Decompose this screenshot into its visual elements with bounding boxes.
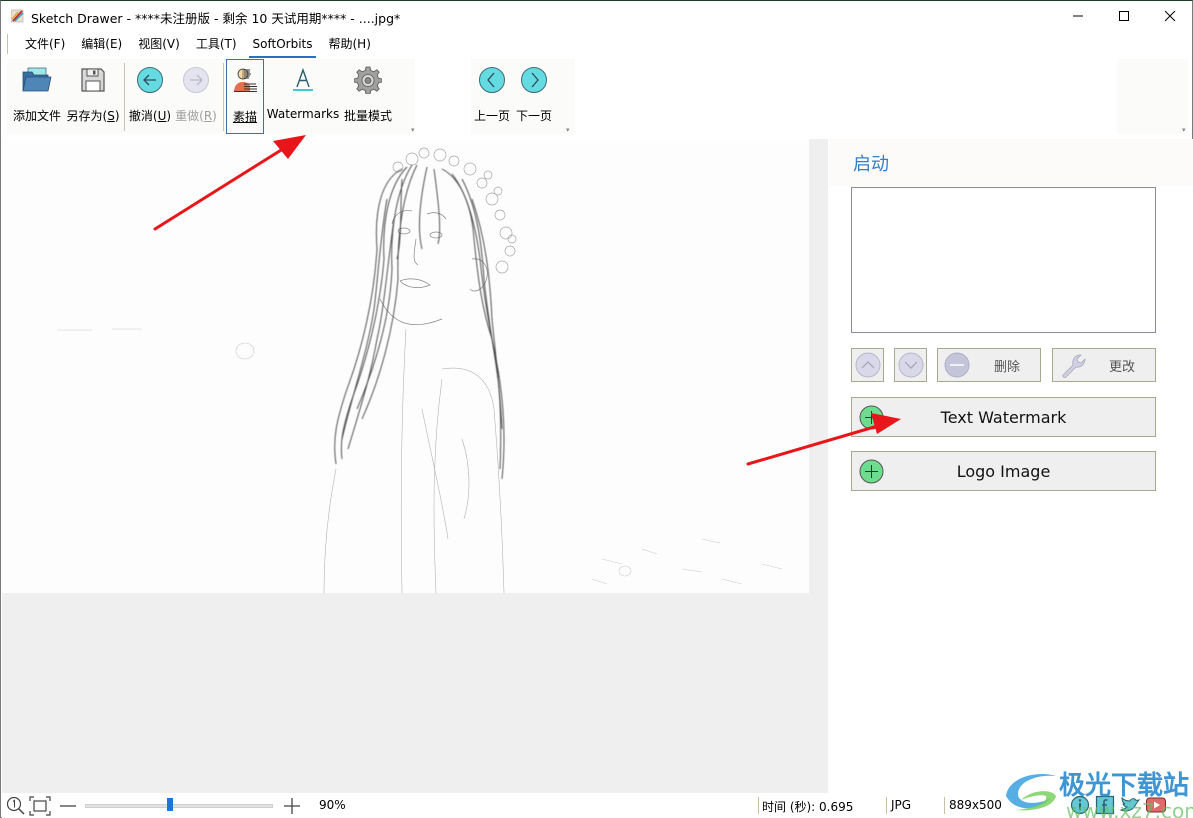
menu-bar: 文件(F) 编辑(E) 视图(V) 工具(T) SoftOrbits 帮助(H) <box>1 32 1192 58</box>
next-page-button[interactable]: 下一页 <box>513 59 555 134</box>
toolbar-separator <box>223 63 224 131</box>
sketch-face <box>379 210 488 326</box>
watermark-list[interactable] <box>851 187 1156 333</box>
logo-image-button[interactable]: Logo Image <box>851 451 1156 491</box>
sketch-hair <box>334 164 505 480</box>
previous-page-label: 上一页 <box>473 109 510 123</box>
wrench-icon <box>1062 354 1086 378</box>
panel-header: 启动 <box>829 139 1193 186</box>
status-separator <box>886 797 887 814</box>
sketch-person-icon <box>234 68 257 92</box>
sketch-label: 素描 <box>232 110 257 124</box>
maximize-icon <box>1119 11 1129 21</box>
status-separator <box>944 797 945 814</box>
zoom-percent: 90% <box>319 798 346 812</box>
text-watermark-label: Text Watermark <box>940 408 1067 427</box>
delete-label: 删除 <box>994 359 1021 375</box>
delete-button[interactable]: 删除 <box>937 348 1041 382</box>
close-icon <box>1164 10 1176 22</box>
site-watermark-overlay: 极光下载站 www.xz7.com <box>1006 771 1193 818</box>
processing-time: 时间 (秒): 0.695 <box>762 800 854 814</box>
arrow-right-circle-icon <box>183 67 209 93</box>
fit-to-window-icon[interactable] <box>29 796 51 816</box>
minus-circle-icon <box>944 352 970 378</box>
zoom-out-icon[interactable] <box>58 798 78 814</box>
maximize-button[interactable] <box>1101 1 1147 31</box>
sketch-body <box>323 328 505 593</box>
text-watermark-button[interactable]: Text Watermark <box>851 397 1156 437</box>
title-bar: Sketch Drawer - ****未注册版 - 剩余 10 天试用期***… <box>1 1 1192 31</box>
close-button[interactable] <box>1147 1 1193 31</box>
canvas-area[interactable] <box>2 139 828 793</box>
chevron-down-circle-icon <box>898 352 923 378</box>
actual-size-icon[interactable] <box>6 796 26 816</box>
toolbar-overflow-icon[interactable]: ▾ <box>1182 127 1189 134</box>
image-dimensions: 889x500 <box>949 798 1002 812</box>
image-format: JPG <box>891 798 912 812</box>
menu-file[interactable]: 文件(F) <box>17 32 73 56</box>
watermarks-button[interactable]: Watermarks <box>266 59 340 134</box>
add-file-button[interactable]: 添加文件 <box>9 59 65 134</box>
zoom-slider-track[interactable] <box>85 804 273 808</box>
save-as-accelerator: S <box>107 109 115 123</box>
redo-button[interactable]: 重做(R) <box>173 59 219 134</box>
watermarks-label: Watermarks <box>266 107 340 121</box>
chevron-up-circle-icon <box>855 352 880 378</box>
window-title: Sketch Drawer - ****未注册版 - 剩余 10 天试用期***… <box>31 11 401 26</box>
sketch-background-marks <box>57 328 783 585</box>
redo-accelerator: R <box>203 109 213 123</box>
toolbar: 添加文件 另存为(S) 撤消(U) 重做(R) 素描 Watermarks 批量… <box>7 59 1188 134</box>
toolbar-overflow-icon[interactable]: ▾ <box>411 127 418 134</box>
zoom-slider-thumb[interactable] <box>166 798 173 811</box>
sketch-button[interactable]: 素描 <box>226 59 264 134</box>
next-page-label: 下一页 <box>515 109 552 123</box>
undo-button[interactable]: 撤消(U) <box>127 59 173 134</box>
minimize-icon <box>1073 15 1083 17</box>
minimize-button[interactable] <box>1055 1 1101 31</box>
sketch-drawing <box>57 147 783 593</box>
site-url-text: www.xz7.com <box>1066 799 1193 818</box>
save-as-label: 另存为(S) <box>66 109 120 123</box>
undo-accelerator: U <box>157 109 167 123</box>
move-down-button[interactable] <box>894 348 927 382</box>
logo-image-label: Logo Image <box>956 462 1051 481</box>
menu-help[interactable]: 帮助(H) <box>320 32 378 56</box>
redo-label: 重做(R) <box>175 109 217 123</box>
undo-label: 撤消(U) <box>128 109 172 123</box>
menu-edit[interactable]: 编辑(E) <box>73 32 130 56</box>
menu-view[interactable]: 视图(V) <box>130 32 188 56</box>
batch-mode-label: 批量模式 <box>343 109 392 123</box>
folder-open-icon <box>22 67 52 92</box>
text-a-underline-icon <box>293 67 313 91</box>
panel-title: 启动 <box>853 154 889 175</box>
gear-icon <box>354 66 382 94</box>
app-logo-icon <box>11 9 24 23</box>
toolbar-separator <box>124 63 125 131</box>
menu-tools[interactable]: 工具(T) <box>188 32 245 56</box>
toolbar-overflow-icon[interactable]: ▾ <box>566 127 573 134</box>
chevron-right-circle-icon <box>521 67 547 93</box>
previous-page-button[interactable]: 上一页 <box>471 59 513 134</box>
modify-button[interactable]: 更改 <box>1052 348 1156 382</box>
menu-softorbits[interactable]: SoftOrbits <box>245 32 321 58</box>
batch-mode-button[interactable]: 批量模式 <box>340 59 396 134</box>
status-separator <box>758 797 759 814</box>
menu-grip[interactable] <box>7 34 9 54</box>
toolbar-group-extra <box>1117 59 1188 134</box>
sketch-image[interactable] <box>2 139 809 593</box>
floppy-disk-icon <box>81 68 105 92</box>
app-window: Sketch Drawer - ****未注册版 - 剩余 10 天试用期***… <box>0 0 1193 818</box>
site-name-text: 极光下载站 <box>1059 771 1189 801</box>
arrow-left-circle-icon <box>137 67 163 93</box>
move-up-button[interactable] <box>851 348 884 382</box>
save-as-button[interactable]: 另存为(S) <box>65 59 121 134</box>
watermark-panel: 启动 删除 更改 Text Watermark Logo Image <box>829 139 1193 793</box>
zoom-in-icon[interactable] <box>282 796 302 816</box>
modify-label: 更改 <box>1109 359 1136 375</box>
add-file-label: 添加文件 <box>12 109 61 123</box>
chevron-left-circle-icon <box>479 67 505 93</box>
